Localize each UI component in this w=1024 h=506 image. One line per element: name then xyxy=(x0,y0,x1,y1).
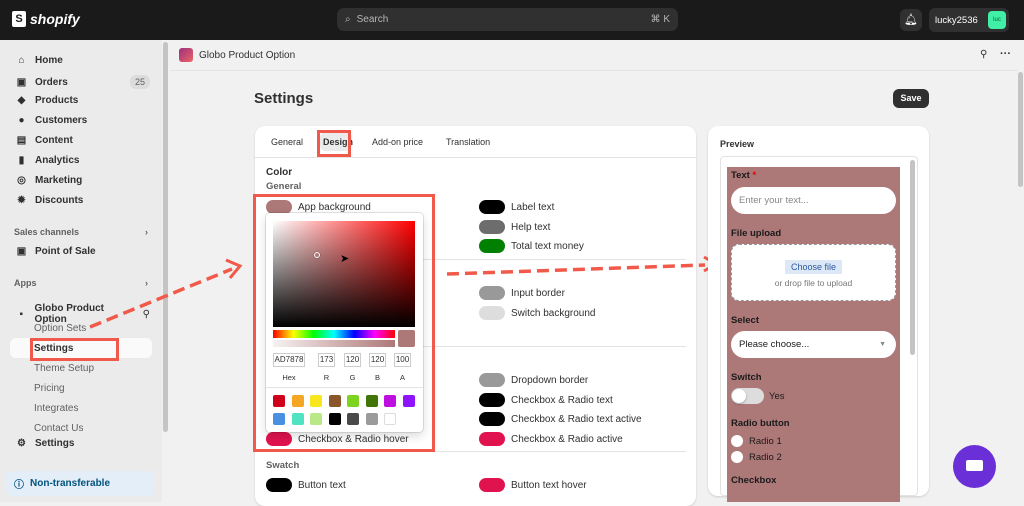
arrow-line xyxy=(89,267,233,329)
chat-icon xyxy=(966,460,983,471)
chevron-down-icon: ▼ xyxy=(879,341,886,348)
checkbox-label: Checkbox xyxy=(731,475,777,486)
switch-label: Switch xyxy=(731,372,762,383)
drop-hint: or drop file to upload xyxy=(774,278,853,288)
choose-file-button[interactable]: Choose file xyxy=(784,260,843,274)
radio-option-label: Radio 1 xyxy=(749,436,782,447)
radio-2[interactable] xyxy=(731,451,743,463)
file-upload-label: File upload xyxy=(731,228,782,239)
arrow-line xyxy=(446,263,706,276)
preview-scrollbar[interactable] xyxy=(910,160,915,355)
file-upload-dropzone[interactable]: Choose file or drop file to upload xyxy=(731,244,896,301)
select-label: Select xyxy=(731,315,759,326)
select-value: Please choose... xyxy=(739,339,810,350)
label-text: Text xyxy=(731,170,750,181)
switch-knob xyxy=(732,389,746,403)
radio-1[interactable] xyxy=(731,435,743,447)
text-input[interactable]: Enter your text... xyxy=(731,187,896,214)
chat-button[interactable] xyxy=(953,445,996,488)
radio-label: Radio button xyxy=(731,418,790,429)
required-asterisk: * xyxy=(752,170,757,181)
preview-title: Preview xyxy=(720,139,755,149)
radio-option-label: Radio 2 xyxy=(749,452,782,463)
text-field-label: Text * xyxy=(731,170,756,181)
switch-value: Yes xyxy=(769,391,785,402)
switch-toggle[interactable] xyxy=(731,388,764,404)
select-dropdown[interactable]: Please choose... ▼ xyxy=(731,331,896,358)
